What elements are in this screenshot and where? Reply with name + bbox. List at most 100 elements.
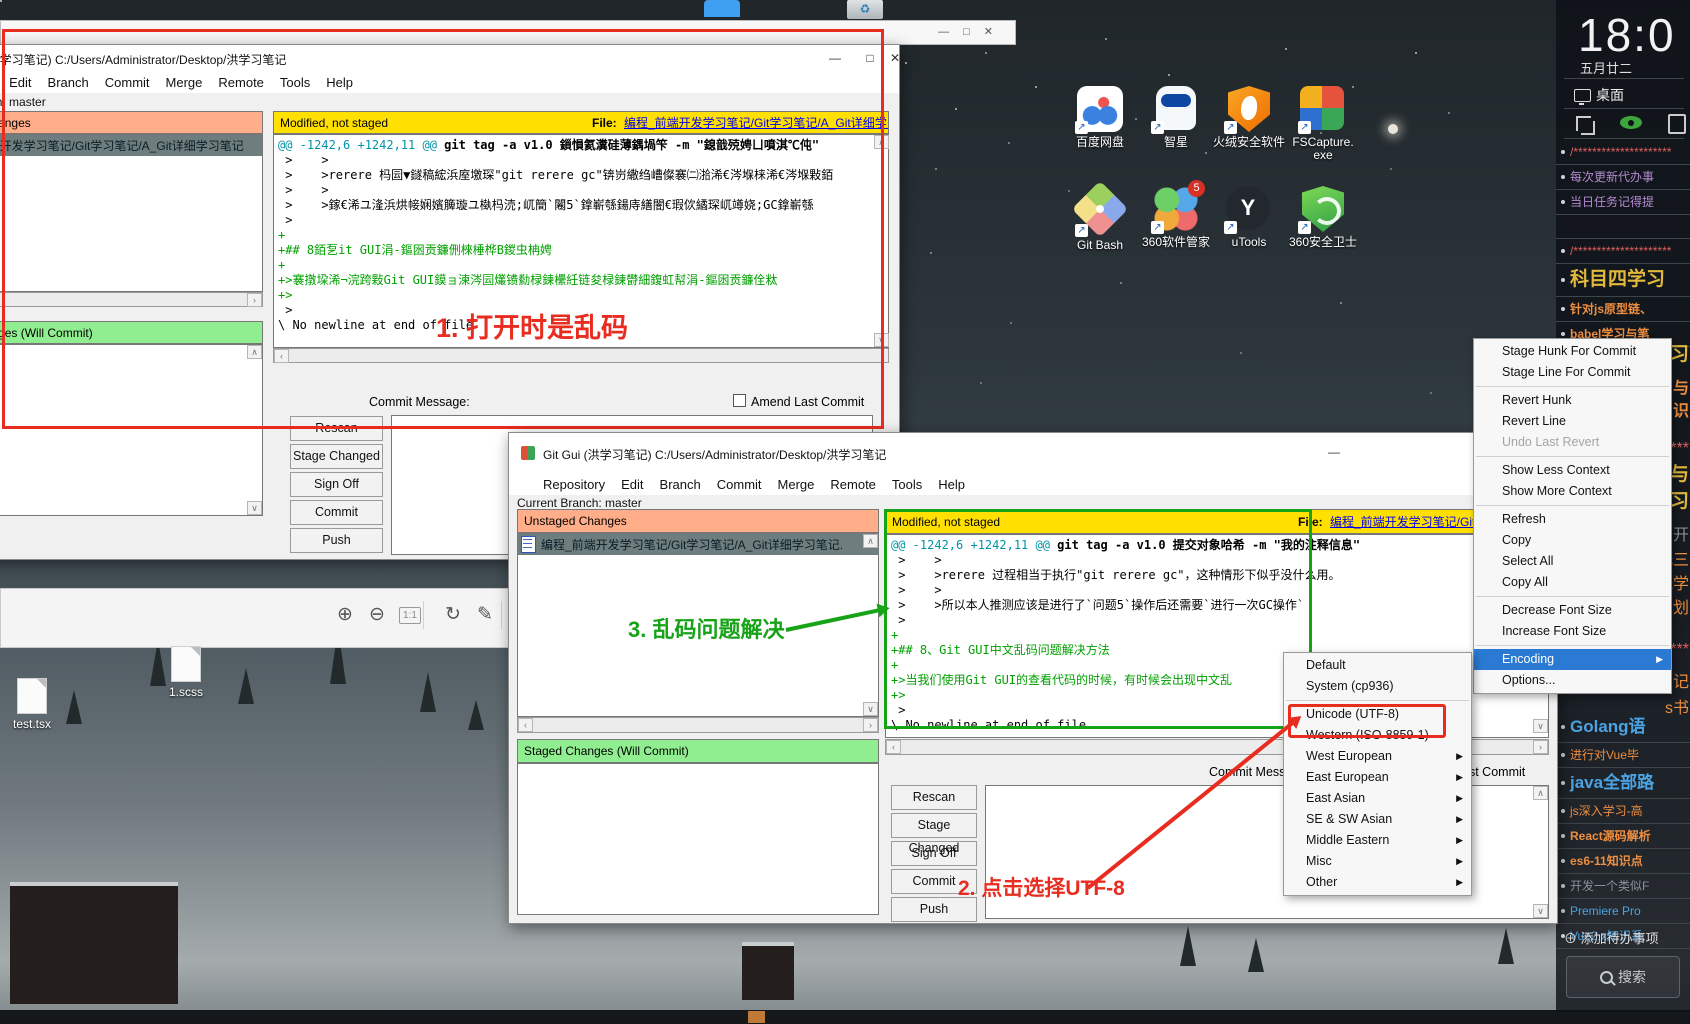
menu-item-increase-font-size[interactable]: Increase Font Size [1474,621,1671,642]
menu-repository[interactable]: Repository [535,477,613,492]
desktop-file-1scss[interactable]: 1.scss [156,646,216,699]
note-item[interactable]: React源码解析 [1556,824,1690,849]
menu-item-stage-hunk-for-commit[interactable]: Stage Hunk For Commit [1474,341,1671,362]
minimize-button[interactable]: — [1317,445,1351,459]
menu-item-stage-line-for-commit[interactable]: Stage Line For Commit [1474,362,1671,383]
titlebar[interactable]: Git Gui (洪学习笔记) C:/Users/Administrator/D… [509,433,1557,474]
note-item[interactable]: 进行对Vue毕 [1556,743,1690,768]
divider [1564,108,1684,109]
desktop-file-testtsx[interactable]: test.tsx [2,678,62,731]
h-scrollbar[interactable]: ‹ › [517,717,879,733]
scroll-right-icon[interactable]: › [1533,740,1548,754]
note-icon[interactable] [1668,114,1686,134]
note-item[interactable]: 开发一个类似F [1556,874,1690,899]
stage-changed-button[interactable]: Stage Changed [290,444,383,469]
file-row[interactable]: 编程_前端开发学习笔记/Git学习笔记/A_Git详细学习笔记. [518,534,878,555]
desktop-icon-智星[interactable]: ↗智星 [1138,86,1214,149]
capture-window-controls[interactable]: —□✕ [938,25,1007,38]
note-item[interactable]: Golang语 [1556,712,1690,743]
scroll-up-icon[interactable]: ∧ [863,534,878,548]
note-item[interactable]: 科目四学习 [1556,264,1690,297]
recycle-bin-icon[interactable]: ♻ [847,0,883,19]
menu-item-revert-line[interactable]: Revert Line [1474,411,1671,432]
scroll-left-icon[interactable]: ‹ [518,718,533,732]
stage-changed-button[interactable]: Stage Changed [891,813,977,838]
menu-item-misc[interactable]: Misc▶ [1284,851,1471,872]
menu-item-se-sw-asian[interactable]: SE & SW Asian▶ [1284,809,1471,830]
menu-item-east-european[interactable]: East European▶ [1284,767,1471,788]
desktop-icon-utools[interactable]: Y↗uTools [1211,186,1287,249]
scroll-down-icon[interactable]: ∨ [863,702,878,716]
scroll-up-icon[interactable]: ∧ [1533,786,1548,800]
desktop-icon-git-bash[interactable]: ↗Git Bash [1062,186,1138,252]
rotate-icon[interactable]: ↻ [445,603,461,626]
desktop-icon-360安全卫士[interactable]: ↗360安全卫士 [1285,186,1361,249]
menu-tools[interactable]: Tools [884,477,930,492]
menu-item-show-less-context[interactable]: Show Less Context [1474,460,1671,481]
desktop-icon-百度网盘[interactable]: ↗百度网盘 [1062,86,1138,149]
zoom-out-icon[interactable]: ⊖ [369,603,385,626]
note-item[interactable]: js深入学习-高 [1556,799,1690,824]
scroll-left-icon[interactable]: ‹ [886,740,901,754]
eye-icon[interactable] [1620,116,1642,129]
note-item[interactable]: 当日任务记得提 [1556,190,1690,215]
note-item[interactable]: /********************* [1556,140,1690,165]
menu-item-encoding[interactable]: Encoding▶ [1474,649,1671,670]
menu-item-show-more-context[interactable]: Show More Context [1474,481,1671,502]
rescan-button[interactable]: Rescan [891,785,977,810]
staged-file-list[interactable] [517,763,879,915]
menu-item-copy-all[interactable]: Copy All [1474,572,1671,593]
note-item[interactable]: es6-11知识点 [1556,849,1690,874]
sign-off-button[interactable]: Sign Off [891,841,977,866]
scroll-down-icon[interactable]: ∨ [1533,719,1548,733]
tree-decoration [420,672,436,712]
actual-size-icon[interactable]: 1:1 [399,607,421,624]
unstaged-changes-header: Unstaged Changes [517,509,879,533]
menu-branch[interactable]: Branch [652,477,709,492]
menu-remote[interactable]: Remote [822,477,884,492]
desktop-icon-火绒安全软件[interactable]: ↗火绒安全软件 [1211,86,1287,149]
desktop-icon-fscapture-exe[interactable]: ↗FSCapture.exe [1285,86,1361,162]
note-item[interactable]: 针对js原型链、 [1556,297,1690,322]
menu-item-refresh[interactable]: Refresh [1474,509,1671,530]
note-item[interactable]: java全部路 [1556,768,1690,799]
scroll-down-icon[interactable]: ∨ [247,501,262,515]
cabin-decoration [10,882,178,1004]
menu-item-default[interactable]: Default [1284,655,1471,676]
menu-merge[interactable]: Merge [770,477,823,492]
note-item[interactable]: 每次更新代办事 [1556,165,1690,190]
menu-item-select-all[interactable]: Select All [1474,551,1671,572]
search-box[interactable]: 搜索 [1566,956,1680,998]
scroll-right-icon[interactable]: › [863,718,878,732]
menu-item-decrease-font-size[interactable]: Decrease Font Size [1474,600,1671,621]
sign-off-button[interactable]: Sign Off [290,472,383,497]
crop-icon[interactable] [1576,116,1591,131]
menu-commit[interactable]: Commit [709,477,770,492]
commit-button[interactable]: Commit [290,500,383,525]
menu-item-middle-eastern[interactable]: Middle Eastern▶ [1284,830,1471,851]
draw-icon[interactable]: ✎ [477,603,493,626]
scroll-down-icon[interactable]: ∨ [1533,904,1548,918]
menu-item-west-european[interactable]: West European▶ [1284,746,1471,767]
menu-item-other[interactable]: Other▶ [1284,872,1471,893]
desktop-icon-360软件管家[interactable]: 5↗360软件管家 [1138,186,1214,249]
menu-item-system-cp936[interactable]: System (cp936) [1284,676,1471,697]
menu-bar[interactable]: RepositoryEditBranchCommitMergeRemoteToo… [509,473,1557,495]
menu-item-undo-last-revert[interactable]: Undo Last Revert [1474,432,1671,453]
menu-item-copy[interactable]: Copy [1474,530,1671,551]
partial-desktop-icon[interactable] [704,0,740,17]
tree-decoration [1248,938,1264,972]
menu-item-east-asian[interactable]: East Asian▶ [1284,788,1471,809]
note-item[interactable]: /********************* [1556,239,1690,264]
add-todo-button[interactable]: ⊕ 添加待办事项 [1564,928,1659,947]
zoom-in-icon[interactable]: ⊕ [337,603,353,626]
menu-item-revert-hunk[interactable]: Revert Hunk [1474,390,1671,411]
icon-label: 360安全卫士 [1285,236,1361,249]
desktop-tab[interactable]: 桌面 [1574,85,1624,105]
menu-help[interactable]: Help [930,477,973,492]
note-item[interactable] [1556,215,1690,239]
note-item[interactable]: Premiere Pro [1556,899,1690,924]
push-button[interactable]: Push [290,528,383,553]
menu-edit[interactable]: Edit [613,477,651,492]
menu-item-options[interactable]: Options... [1474,670,1671,691]
